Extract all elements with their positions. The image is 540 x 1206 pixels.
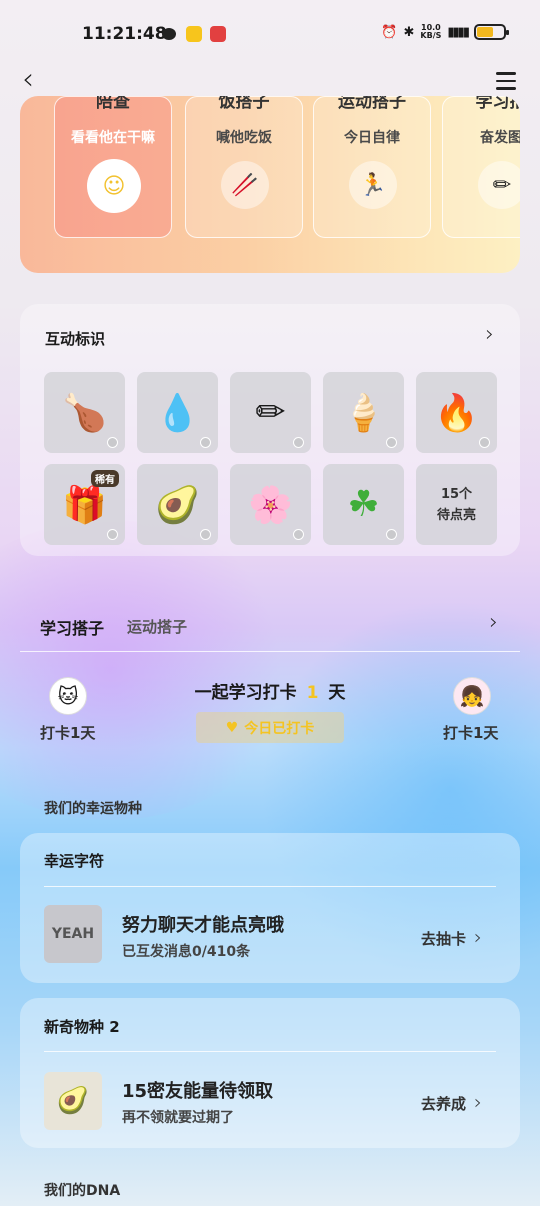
pending-badges: 15个 待点亮 [436, 486, 476, 523]
chevron-right-icon[interactable]: › [485, 322, 494, 347]
badge-chicken-leg[interactable]: 🍗 [44, 372, 125, 453]
status-right: ⏰ ✱ 10.0 KB/S ▮▮▮▮ [381, 23, 509, 40]
right-checkin-days: 打卡1天 [443, 724, 499, 742]
badge-fire[interactable]: 🔥 [416, 372, 497, 453]
net-speed: 10.0 KB/S [420, 23, 442, 40]
together-days: 一起学习打卡 1 天 [194, 683, 346, 703]
tab-sport-partner[interactable]: 运动搭子 [127, 616, 187, 637]
battery-icon [474, 24, 509, 40]
interaction-title: 互动标识 [45, 330, 106, 348]
checkin-button[interactable]: ♥ 今日已打卡 [196, 712, 344, 743]
badge-ice-cream[interactable]: 🍦 [323, 372, 404, 453]
chick-icon: ☺ [87, 159, 141, 213]
app-notification-icon [210, 26, 226, 42]
buddy-card-sport[interactable]: 运动搭子 今日自律 🏃 [313, 96, 431, 238]
buddy-card-peicha[interactable]: 陪查 看看他在干嘛 ☺ [54, 96, 172, 238]
partner-section: 学习搭子 运动搭子 › 🐱 打卡1天 一起学习打卡 1 天 👧 打卡1天 [20, 598, 520, 773]
buddy-card-meal[interactable]: 饭搭子 喊他吃饭 🥢 [185, 96, 303, 238]
lucky-section-title: 我们的幸运物种 [44, 801, 142, 817]
menu-icon[interactable] [496, 72, 516, 95]
wechat-icon [162, 28, 176, 40]
buddy-card-study[interactable]: 学习搭 奋发图 ✏ [442, 96, 520, 238]
chicken-leg-icon: 🍗 [62, 392, 107, 434]
fire-icon: 🔥 [434, 392, 479, 434]
water-drop-icon: 💧 [155, 392, 200, 434]
nurture-button[interactable]: 去养成 › [421, 1090, 482, 1114]
clock: 11:21:48 [82, 24, 167, 44]
species-row-title: 15密友能量待领取 [122, 1081, 274, 1102]
clover-icon: ☘ [347, 484, 380, 525]
badge-grid: 🍗 💧 ✏ 🍦 🔥 🎁 稀有 🥑 🌸 ☘ 15个 待点亮 [44, 372, 497, 545]
meituan-icon [186, 26, 202, 42]
badge-pending[interactable]: 15个 待点亮 [416, 464, 497, 545]
interaction-badges-card: 互动标识 › 🍗 💧 ✏ 🍦 🔥 🎁 稀有 🥑 🌸 ☘ 15个 待点亮 [20, 304, 520, 556]
badge-clover[interactable]: ☘ [323, 464, 404, 545]
divider [20, 651, 520, 652]
ice-cream-icon: 🍦 [341, 392, 386, 434]
flower-icon: 🌸 [248, 484, 293, 526]
pencil-icon: ✏ [255, 392, 286, 433]
divider [44, 1051, 496, 1052]
divider [44, 886, 496, 887]
runner-icon: 🏃 [349, 161, 397, 209]
buddy-title: 运动搭子 [338, 96, 406, 112]
avocado-thumb: 🥑 [44, 1072, 102, 1130]
bluetooth-icon: ✱ [403, 24, 415, 40]
draw-card-button[interactable]: 去抽卡 › [421, 925, 482, 949]
dna-title: 我们的DNA [44, 1183, 121, 1199]
badge-water-drop[interactable]: 💧 [137, 372, 218, 453]
pencil-icon: ✏ [478, 161, 520, 209]
left-checkin-days: 打卡1天 [40, 724, 96, 742]
buddy-subtitle: 喊他吃饭 [216, 130, 272, 146]
heart-icon: ♥ [225, 719, 239, 736]
lucky-char-card: 幸运字符 YEAH 努力聊天才能点亮哦 已互发消息0/410条 去抽卡 › [20, 833, 520, 983]
badge-avocado[interactable]: 🥑 [137, 464, 218, 545]
buddy-title: 学习搭 [475, 96, 521, 112]
lucky-char-thumb: YEAH [44, 905, 102, 963]
buddy-subtitle: 奋发图 [480, 130, 520, 146]
species-title: 新奇物种 2 [44, 1018, 120, 1036]
species-row-sub: 再不领就要过期了 [122, 1110, 234, 1126]
tab-study-partner[interactable]: 学习搭子 [40, 615, 104, 639]
lucky-char-row-sub: 已互发消息0/410条 [122, 944, 251, 960]
gift-icon: 🎁 [62, 484, 107, 526]
chopsticks-icon: 🥢 [221, 161, 269, 209]
lucky-char-row-title: 努力聊天才能点亮哦 [122, 915, 284, 936]
alarm-icon: ⏰ [381, 24, 398, 40]
badge-gift[interactable]: 🎁 稀有 [44, 464, 125, 545]
badge-pencil[interactable]: ✏ [230, 372, 311, 453]
buddy-title: 陪查 [96, 96, 130, 112]
badge-flower[interactable]: 🌸 [230, 464, 311, 545]
back-icon[interactable]: ‹ [22, 65, 34, 95]
buddy-title: 饭搭子 [218, 96, 270, 112]
species-card: 新奇物种 2 🥑 15密友能量待领取 再不领就要过期了 去养成 › [20, 998, 520, 1148]
checkin-label: 今日已打卡 [244, 720, 315, 737]
rare-tag: 稀有 [91, 470, 119, 487]
lucky-char-title: 幸运字符 [44, 852, 105, 870]
buddy-carousel: 陪查 看看他在干嘛 ☺ 饭搭子 喊他吃饭 🥢 运动搭子 今日自律 🏃 学习搭 奋… [20, 96, 520, 273]
avocado-icon: 🥑 [155, 484, 200, 526]
buddy-subtitle: 看看他在干嘛 [71, 130, 155, 146]
avatar-right[interactable]: 👧 [453, 677, 491, 715]
chevron-right-icon[interactable]: › [489, 610, 498, 635]
signal-icon: ▮▮▮▮ [447, 24, 470, 40]
buddy-subtitle: 今日自律 [344, 130, 400, 146]
